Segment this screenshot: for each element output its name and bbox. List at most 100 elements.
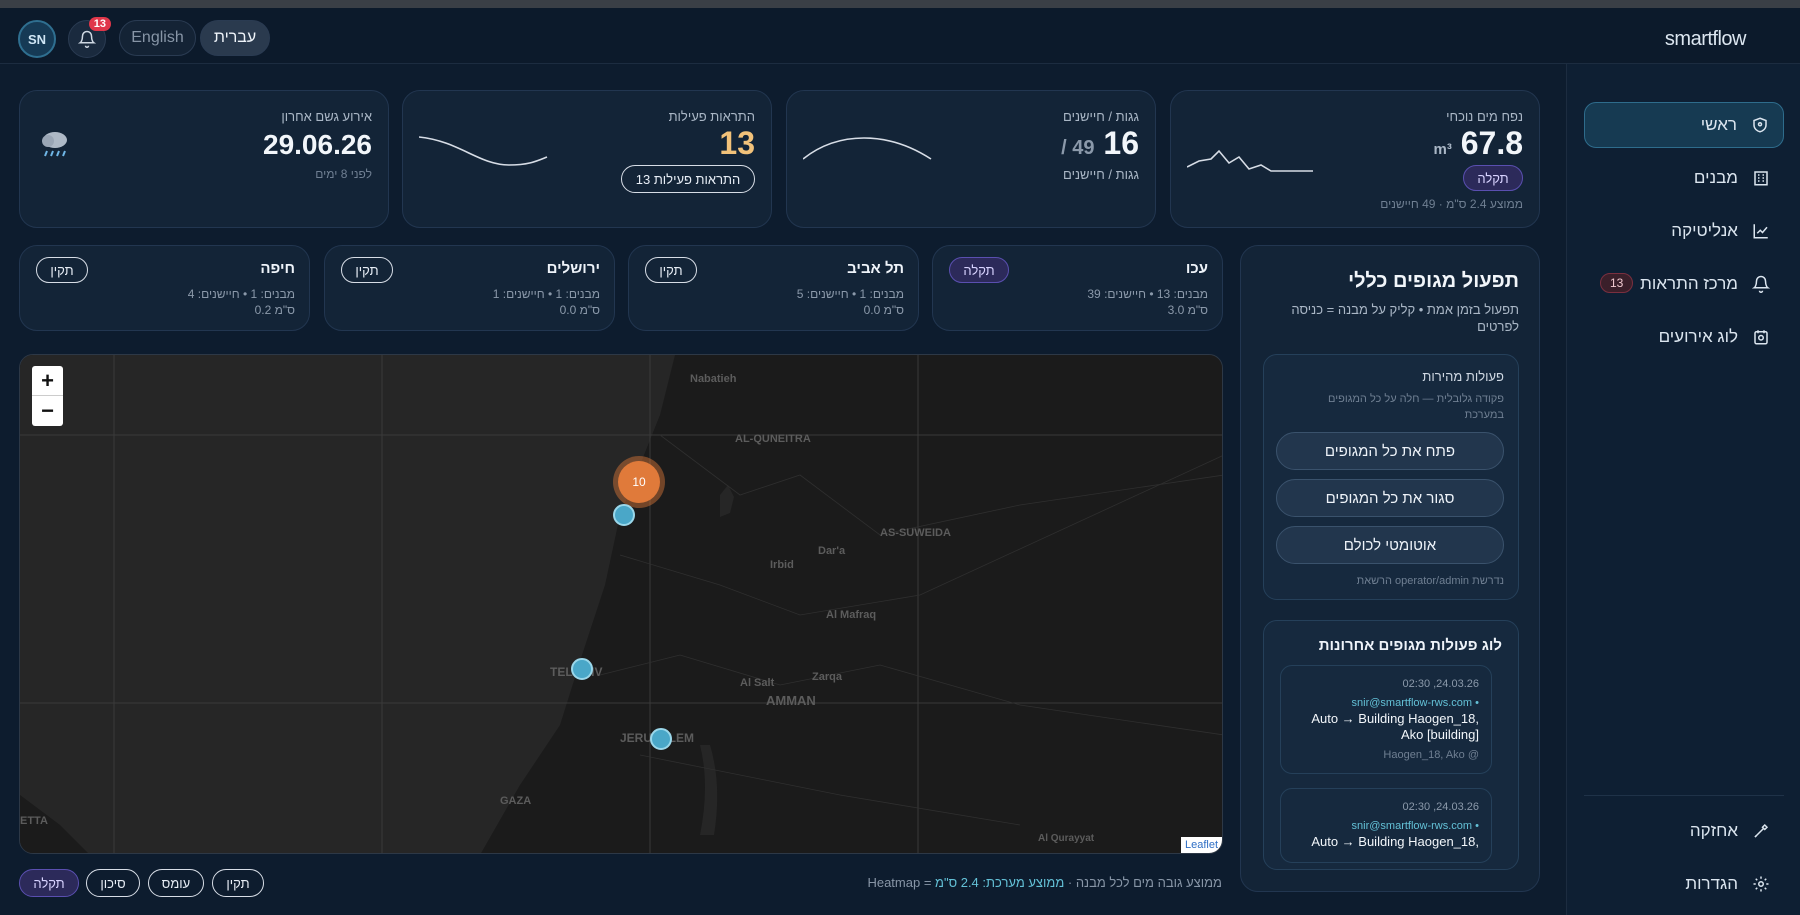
map-label: Al Qurayyat [1038, 833, 1095, 844]
panel-subtitle: תפעול בזמן אמת • קליק על מבנה = כניסה לפ… [1291, 302, 1519, 334]
kpi-sub: ממוצע 2.4 ס"מ · 49 חיישנים [1380, 197, 1523, 211]
map-label: Al Salt [740, 677, 775, 689]
shield-icon [1751, 116, 1769, 134]
zoom-in-button[interactable]: + [32, 366, 63, 396]
city-card-jerusalem[interactable]: ירושלים מבנים: 1 • חיישנים: 1 0.0 ס"מ תקי… [324, 245, 615, 331]
map-label: AS-SUWEIDA [880, 527, 951, 539]
status-badge: תקין [645, 257, 697, 283]
top-bar: SN 13 English עברית smartflow [0, 8, 1800, 64]
sidebar-item-label: מרכז התראות [1640, 274, 1738, 293]
city-card-tel-aviv[interactable]: תל אביב מבנים: 1 • חיישנים: 5 0.0 ס"מ תקי… [628, 245, 919, 331]
map-cluster-marker[interactable]: 10 [618, 461, 660, 503]
city-card-haifa[interactable]: חיפה מבנים: 1 • חיישנים: 4 0.2 ס"מ תקין [19, 245, 310, 331]
log-message: Auto → Building Haogen_18, [1311, 834, 1479, 849]
zoom-control: + − [32, 366, 63, 426]
kpi-label: נפח מים נוכחי [1446, 109, 1523, 124]
alerts-count-badge: 13 [1600, 273, 1634, 293]
open-all-valves-button[interactable]: פתח את כל המגופים [1276, 432, 1504, 470]
sidebar-item-maintenance[interactable]: אחזקה [1584, 808, 1784, 854]
panel-title: תפעול מגופים כללי [1348, 270, 1519, 292]
sidebar-item-label: לוג אירועים [1658, 327, 1738, 346]
lang-hebrew-button[interactable]: עברית [200, 20, 270, 56]
legend-load: עומס [148, 869, 204, 897]
map-label: Irbid [770, 559, 794, 571]
sparkline-alerts [419, 136, 548, 166]
map-label: AMMAN [766, 693, 816, 708]
city-meta: מבנים: 13 • חיישנים: 39 3.0 ס"מ [1087, 287, 1208, 317]
city-meta: מבנים: 1 • חיישנים: 1 0.0 ס"מ [492, 287, 600, 317]
log-sub: Haogen_18, Ako @ [1383, 749, 1479, 761]
notifications-badge: 13 [88, 17, 111, 31]
app-logo: smartflow [1664, 28, 1747, 50]
status-badge: תקלה [949, 257, 1009, 283]
city-name: ירושלים [546, 260, 600, 277]
kpi-sub: גגות / חיישנים [1063, 167, 1139, 182]
map-label: AL-QUNEITRA [735, 433, 811, 445]
city-name: חיפה [260, 260, 295, 277]
city-name: תל אביב [847, 260, 904, 277]
kpi-unit: m³ [1433, 141, 1452, 158]
sidebar-item-label: הגדרות [1685, 874, 1738, 893]
map-marker[interactable] [650, 728, 672, 750]
map-label: Zarqa [812, 671, 842, 683]
permission-note: הרשאת operator/admin נדרשת [1356, 575, 1504, 587]
kpi-label: גגות / חיישנים [1063, 109, 1139, 124]
kpi-value: 67.8 m³ [1433, 125, 1523, 161]
sidebar-item-buildings[interactable]: מבנים [1584, 155, 1784, 201]
log-time: 02:30 ,24.03.26 [1402, 678, 1479, 690]
sidebar-item-analytics[interactable]: אנליטיקה [1584, 208, 1784, 254]
map-attribution[interactable]: Leaflet [1180, 837, 1222, 853]
sidebar-item-label: אחזקה [1689, 821, 1738, 840]
log-entry[interactable]: 02:30 ,24.03.26 snir@smartflow-rws.com •… [1280, 788, 1492, 863]
sidebar-item-event-log[interactable]: לוג אירועים [1584, 314, 1784, 360]
chart-icon [1752, 222, 1770, 240]
city-card-ako[interactable]: עכו מבנים: 13 • חיישנים: 39 3.0 ס"מ תקלה [932, 245, 1223, 331]
map-label: Dar'a [818, 545, 846, 557]
kpi-last-rain: אירוע גשם אחרון 29.06.26 לפני 8 ימים [19, 90, 389, 228]
active-alerts-button[interactable]: 13 התראות פעילות [621, 165, 755, 193]
log-icon [1752, 328, 1770, 346]
window-top-strip [0, 0, 1800, 8]
status-badge: תקלה [1463, 165, 1523, 191]
gear-icon [1752, 875, 1770, 893]
valve-actions-log: לוג פעולות מגופים אחרונות 02:30 ,24.03.2… [1263, 620, 1519, 870]
city-meta: מבנים: 1 • חיישנים: 5 0.0 ס"מ [796, 287, 904, 317]
sparkline-volume [1187, 149, 1313, 172]
zoom-out-button[interactable]: − [32, 396, 63, 426]
log-message: Auto → Building Haogen_18, Ako [building… [1311, 711, 1479, 742]
auto-all-valves-button[interactable]: אוטומטי לכולם [1276, 526, 1504, 564]
map-marker[interactable] [571, 658, 593, 680]
map-label: Al Mafraq [826, 609, 877, 621]
city-name: עכו [1185, 260, 1208, 277]
quick-actions-title: פעולות מהירות [1422, 369, 1504, 384]
map-label: GAZA [500, 795, 532, 807]
close-all-valves-button[interactable]: סגור את כל המגופים [1276, 479, 1504, 517]
map-label: Nabatieh [690, 373, 737, 385]
building-icon [1752, 169, 1770, 187]
kpi-roofs-sensors: גגות / חיישנים 16 49 / גגות / חיישנים [786, 90, 1156, 228]
map-marker[interactable] [613, 504, 635, 526]
valve-control-panel: תפעול מגופים כללי תפעול בזמן אמת • קליק … [1240, 245, 1540, 892]
sidebar-item-label: מבנים [1693, 168, 1738, 187]
kpi-secondary: 49 / [1061, 137, 1095, 159]
lang-english-button[interactable]: English [119, 20, 196, 56]
map[interactable]: + − Nabatieh AL-QUNEITRA AS-SUWEIDA Irbi… [19, 354, 1223, 854]
wrench-icon [1752, 822, 1770, 840]
sidebar-item-settings[interactable]: הגדרות [1584, 861, 1784, 907]
sidebar-divider [1584, 795, 1784, 796]
log-entry[interactable]: 02:30 ,24.03.26 snir@smartflow-rws.com •… [1280, 665, 1492, 774]
quick-actions: פעולות מהירות פקודה גלובלית — חלה על כל … [1263, 354, 1519, 600]
log-title: לוג פעולות מגופים אחרונות [1318, 637, 1502, 654]
sidebar-item-label: ראשי [1700, 115, 1737, 134]
user-avatar[interactable]: SN [18, 20, 56, 58]
map-basemap [20, 355, 1222, 853]
notifications-button[interactable]: 13 [68, 17, 111, 58]
rain-cloud-icon [42, 132, 67, 157]
kpi-water-volume: נפח מים נוכחי 67.8 m³ תקלה ממוצע 2.4 ס"מ… [1170, 90, 1540, 228]
kpi-value: 13 [719, 125, 755, 161]
city-meta: מבנים: 1 • חיישנים: 4 0.2 ס"מ [187, 287, 295, 317]
sidebar-item-home[interactable]: ראשי [1584, 102, 1784, 148]
sidebar-item-alerts[interactable]: 13 מרכז התראות [1584, 261, 1784, 307]
log-user: snir@smartflow-rws.com • [1351, 697, 1479, 709]
status-badge: תקין [36, 257, 88, 283]
